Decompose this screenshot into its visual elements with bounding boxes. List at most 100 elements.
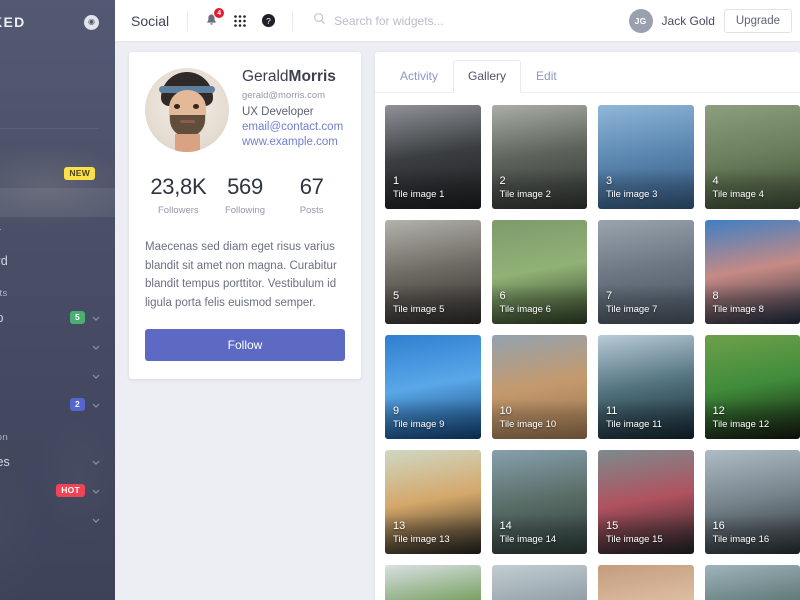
stat-label: Following: [224, 205, 266, 216]
badge-count: 5: [70, 311, 85, 324]
gallery-tile[interactable]: 2 Tile image 2: [491, 105, 587, 209]
gallery-tile[interactable]: 17Tile image 17: [385, 565, 481, 600]
badge-count: 2: [70, 398, 85, 411]
gallery-panel: Activity Gallery Edit 1 Tile image 1 2 Tile…: [375, 52, 800, 600]
search-input[interactable]: [334, 13, 575, 28]
help-circle-icon[interactable]: ?: [261, 13, 276, 28]
sidebar-item-label: Taskboard: [0, 253, 8, 268]
gallery-tile[interactable]: 20Tile image 20: [704, 565, 800, 600]
sidebar-item-charts[interactable]: Charts HOT: [0, 476, 115, 505]
sidebar-item-tables[interactable]: Tables 2: [0, 390, 115, 419]
tile-label: Tile image 14: [499, 533, 557, 545]
gallery-tile[interactable]: 14 Tile image 14: [491, 450, 587, 554]
globe-icon[interactable]: ◉: [84, 14, 99, 30]
stat-value: 569: [227, 174, 263, 199]
sidebar-item-home[interactable]: Home: [0, 62, 115, 91]
tile-label: Tile image 15: [606, 533, 663, 545]
chevron-down-icon[interactable]: [91, 371, 101, 381]
tile-number: 14: [499, 519, 512, 532]
tile-number: 7: [606, 289, 613, 302]
tile-label: Tile image 11: [606, 418, 662, 430]
tile-label: Tile image 7: [606, 303, 658, 315]
badge-hot: HOT: [56, 484, 85, 497]
tile-caption: 9 Tile image 9: [385, 398, 481, 439]
avatar[interactable]: JG: [628, 8, 653, 33]
sidebar-item-cards[interactable]: Cards: [0, 332, 115, 361]
tile-number: 8: [712, 289, 719, 302]
sidebar-item-forms[interactable]: Forms: [0, 361, 115, 390]
sidebar-item-calendar[interactable]: Calendar: [0, 217, 115, 246]
gallery-tile[interactable]: 18Tile image 18: [491, 565, 587, 600]
profile-name: GeraldMorris: [242, 68, 343, 87]
chevron-down-icon[interactable]: [91, 342, 101, 352]
sidebar-item-label: Datatables: [0, 454, 10, 469]
profile-header: GeraldMorris gerald@morris.com UX Develo…: [145, 68, 345, 152]
stat-value: 23,8K: [150, 174, 207, 199]
chevron-down-icon[interactable]: [91, 457, 101, 467]
profile-avatar-image: [145, 68, 229, 152]
tile-number: 16: [712, 519, 725, 532]
sidebar-item-taskboard[interactable]: Taskboard: [0, 246, 115, 275]
tile-label: Tile image 12: [712, 418, 770, 430]
gallery-tile[interactable]: 6 Tile image 6: [491, 220, 587, 324]
gallery-tile[interactable]: 8 Tile image 8: [704, 220, 800, 324]
upgrade-button[interactable]: Upgrade: [723, 8, 792, 33]
gallery-tile[interactable]: 15 Tile image 15: [598, 450, 694, 554]
tab-gallery[interactable]: Gallery: [453, 60, 522, 93]
sidebar-item-bootstrap[interactable]: Bootstrap 5: [0, 303, 115, 332]
tile-number: 13: [393, 519, 406, 532]
gallery-tile[interactable]: 1 Tile image 1: [385, 105, 481, 209]
chevron-down-icon[interactable]: [91, 400, 101, 410]
apps-grid-icon[interactable]: [233, 14, 247, 28]
badge-new: NEW: [64, 167, 95, 180]
page-title: Social: [131, 12, 170, 29]
notification-count-badge: 4: [213, 7, 226, 19]
gallery-tile[interactable]: 16 Tile image 16: [704, 450, 800, 554]
tile-caption: 7 Tile image 7: [598, 283, 694, 324]
notifications-bell-icon[interactable]: 4: [204, 7, 226, 28]
gallery-tile[interactable]: 10 Tile image 10: [491, 335, 587, 439]
sidebar-item-datatables[interactable]: Datatables: [0, 447, 115, 476]
sidebar-item-email[interactable]: Email NEW: [0, 159, 115, 188]
gallery-tile[interactable]: 11 Tile image 11: [598, 335, 694, 439]
sidebar-item-account[interactable]: Account: [0, 596, 115, 600]
profile-card: GeraldMorris gerald@morris.com UX Develo…: [129, 52, 361, 379]
gallery-tile[interactable]: 7 Tile image 7: [598, 220, 694, 324]
gallery-tile[interactable]: 19Tile image 19: [598, 565, 694, 600]
gallery-tile[interactable]: 9 Tile image 9: [385, 335, 481, 439]
sidebar-item-social[interactable]: Social: [0, 188, 115, 217]
tile-label: Tile image 8: [712, 303, 764, 315]
search-box[interactable]: [313, 12, 628, 30]
gallery-tile[interactable]: 4 Tile image 4: [704, 105, 800, 209]
sidebar-item-label: Tables: [0, 398, 70, 412]
chevron-down-icon[interactable]: [91, 515, 101, 525]
tab-activity[interactable]: Activity: [385, 60, 453, 93]
stat-followers: 23,8K Followers: [145, 174, 212, 216]
sidebar-item-label: Help: [0, 99, 101, 113]
stat-value: 67: [299, 174, 324, 199]
sidebar-item-maps[interactable]: Maps: [0, 505, 115, 534]
gallery-tile[interactable]: 3 Tile image 3: [598, 105, 694, 209]
tab-edit[interactable]: Edit: [521, 60, 572, 93]
profile-website-link[interactable]: www.example.com: [242, 136, 343, 148]
tile-caption: 6 Tile image 6: [491, 283, 587, 324]
sidebar-item-help[interactable]: Help: [0, 91, 115, 120]
sidebar-brand[interactable]: STACKED ◉: [0, 0, 115, 44]
profile-contact-link[interactable]: email@contact.com: [242, 121, 343, 133]
tile-caption: 3 Tile image 3: [598, 168, 694, 209]
gallery-tile[interactable]: 12 Tile image 12: [704, 335, 800, 439]
chevron-down-icon[interactable]: [91, 486, 101, 496]
tile-caption: 4 Tile image 4: [704, 168, 800, 209]
tile-number: 1: [393, 174, 400, 187]
chevron-down-icon[interactable]: [91, 313, 101, 323]
follow-button[interactable]: Follow: [145, 328, 345, 361]
gallery-tile[interactable]: 5 Tile image 5: [385, 220, 481, 324]
tile-image: [491, 565, 587, 600]
gallery-tile[interactable]: 13 Tile image 13: [385, 450, 481, 554]
search-icon: [313, 12, 326, 30]
tile-number: 2: [499, 174, 506, 187]
tile-caption: 13 Tile image 13: [385, 513, 481, 554]
sidebar-item-label: Home: [0, 70, 101, 84]
